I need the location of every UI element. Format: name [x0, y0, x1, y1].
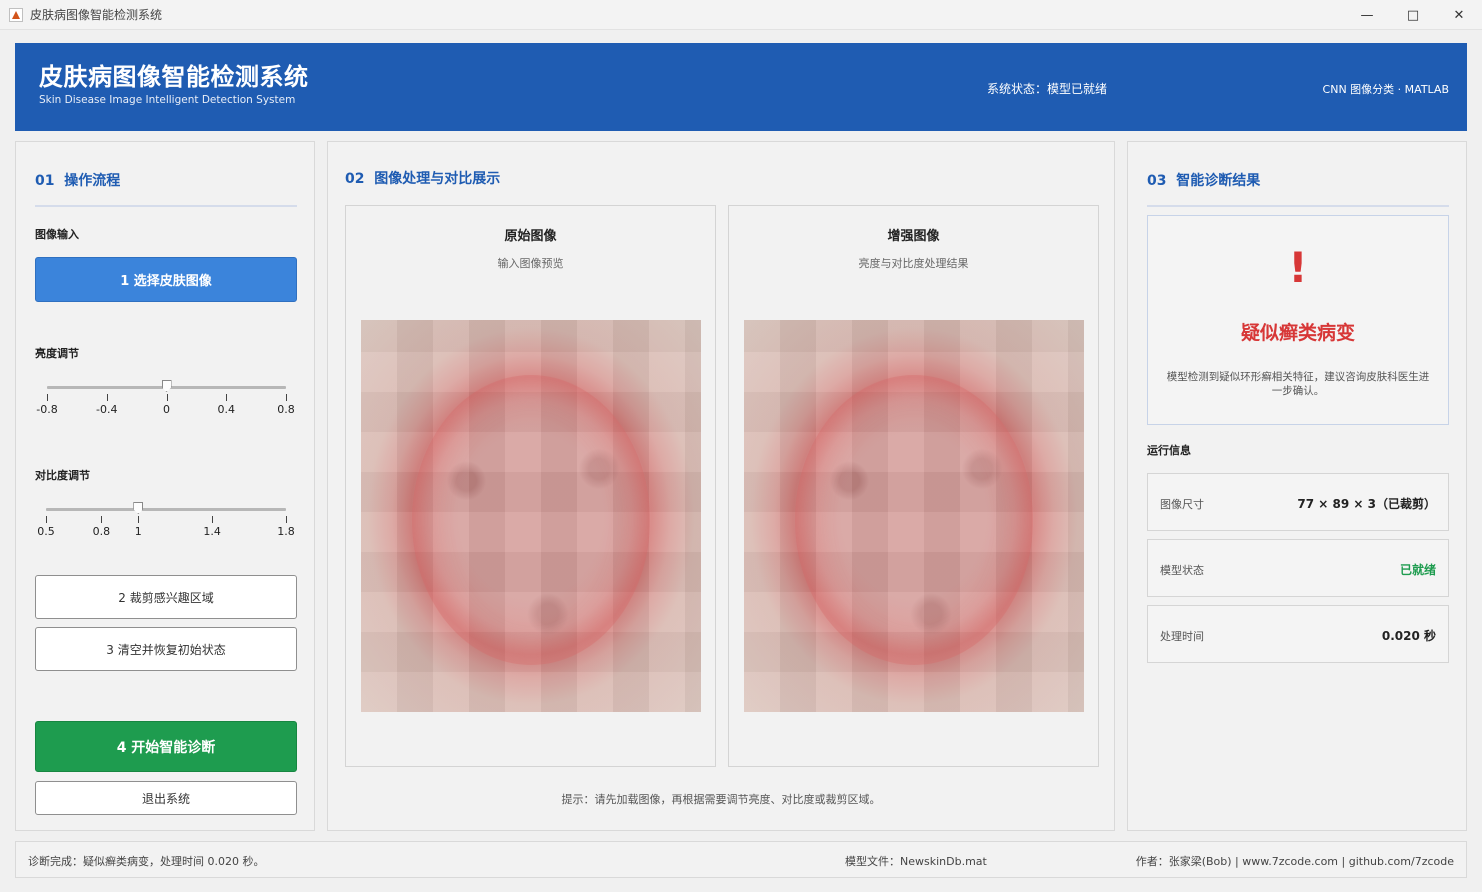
workflow-panel-title: 01 操作流程: [35, 170, 120, 190]
slider-thumb[interactable]: [133, 502, 144, 514]
slider-tick-label: 1.4: [203, 525, 221, 538]
enhanced-image-title: 增强图像: [887, 229, 940, 244]
tech-label: CNN 图像分类 · MATLAB: [1322, 83, 1449, 96]
brightness-slider[interactable]: -0.8 -0.4 0 0.4 0.8: [36, 378, 295, 426]
panel-number: 01: [35, 173, 55, 189]
slider-tick-label: 1.8: [277, 525, 295, 538]
image-input-label: 图像输入: [35, 228, 79, 241]
brightness-label: 亮度调节: [35, 347, 79, 360]
slider-tick: [101, 516, 103, 523]
workflow-panel: 01 操作流程 图像输入 1 选择皮肤图像 亮度调节 -0.8 -0.4 0 0.4 0…: [15, 141, 315, 831]
image-panel-title: 02 图像处理与对比展示: [345, 168, 500, 188]
window-title: 皮肤病图像智能检测系统: [30, 8, 163, 22]
info-card-process-time: 处理时间 0.020 秒: [1147, 605, 1449, 663]
slider-tick: [212, 516, 214, 523]
diagnosis-panel-title: 03 智能诊断结果: [1147, 170, 1260, 190]
info-value: 已就绪: [1399, 563, 1436, 577]
slider-tick: [46, 516, 47, 523]
info-label: 模型状态: [1160, 564, 1204, 577]
contrast-slider[interactable]: 0.5 0.8 1 1.4 1.8: [37, 500, 295, 548]
alert-icon: !: [1288, 243, 1308, 292]
app-title: 皮肤病图像智能检测系统: [39, 63, 309, 91]
crop-roi-button[interactable]: 2 裁剪感兴趣区域: [35, 575, 297, 619]
info-card-model-status: 模型状态 已就绪: [1147, 539, 1449, 597]
maximize-button[interactable]: □: [1390, 0, 1436, 30]
info-value: 77 × 89 × 3（已裁剪）: [1297, 497, 1436, 511]
maximize-icon: □: [1406, 7, 1420, 23]
author-info: 作者：张家梁(Bob) | www.7zcode.com | github.co…: [1135, 855, 1454, 868]
diagnosis-result: 疑似癣类病变: [1240, 322, 1355, 344]
slider-tick: [226, 394, 228, 401]
system-status: 系统状态：模型已就绪: [987, 82, 1108, 96]
window-titlebar: 皮肤病图像智能检测系统 — □ ✕: [0, 0, 1482, 30]
panel-divider: [1147, 205, 1449, 207]
slider-tick-label: 1: [134, 525, 142, 538]
diagnosis-result-box: ! 疑似癣类病变 模型检测到疑似环形癣相关特征，建议咨询皮肤科医生进一步确认。: [1147, 215, 1449, 425]
original-skin-image: [361, 320, 701, 712]
contrast-label: 对比度调节: [35, 469, 90, 482]
panel-number: 02: [345, 171, 365, 187]
minimize-button[interactable]: —: [1344, 0, 1390, 30]
matlab-app-icon: [9, 7, 23, 22]
slider-tick: [138, 516, 140, 523]
model-file-info: 模型文件：NewskinDb.mat: [845, 855, 987, 868]
window-controls: — □ ✕: [1344, 0, 1482, 30]
slider-tick-label: -0.8: [36, 403, 58, 416]
panel-title-text: 智能诊断结果: [1176, 173, 1261, 189]
header-banner: 皮肤病图像智能检测系统 Skin Disease Image Intellige…: [15, 43, 1467, 131]
enhanced-image-subtitle: 亮度与对比度处理结果: [858, 257, 969, 270]
status-message: 诊断完成：疑似癣类病变，处理时间 0.020 秒。: [28, 855, 265, 868]
original-image-title: 原始图像: [504, 229, 557, 244]
close-icon: ✕: [1453, 7, 1465, 23]
slider-tick-label: -0.4: [96, 403, 118, 416]
panel-title-text: 操作流程: [64, 173, 121, 189]
info-value: 0.020 秒: [1381, 629, 1436, 643]
slider-tick-label: 0.8: [92, 525, 111, 538]
run-info-label: 运行信息: [1147, 444, 1191, 457]
exit-button[interactable]: 退出系统: [35, 781, 297, 815]
panel-title-text: 图像处理与对比展示: [374, 171, 501, 187]
original-image-subtitle: 输入图像预览: [497, 257, 564, 270]
app-subtitle: Skin Disease Image Intelligent Detection…: [39, 94, 296, 106]
slider-tick-label: 0.8: [277, 403, 295, 416]
info-label: 处理时间: [1160, 630, 1204, 643]
slider-tick: [106, 394, 108, 401]
enhanced-image-box: 增强图像 亮度与对比度处理结果: [728, 205, 1099, 767]
diagnosis-description: 模型检测到疑似环形癣相关特征，建议咨询皮肤科医生进一步确认。: [1166, 371, 1430, 397]
slider-track[interactable]: [46, 508, 286, 511]
panel-number: 03: [1147, 173, 1167, 189]
slider-tick-label: 0: [163, 403, 170, 416]
slider-tick: [47, 394, 48, 401]
start-diagnosis-button[interactable]: 4 开始智能诊断: [35, 721, 297, 772]
original-image-box: 原始图像 输入图像预览: [345, 205, 716, 767]
slider-tick-label: 0.4: [217, 403, 236, 416]
info-card-image-size: 图像尺寸 77 × 89 × 3（已裁剪）: [1147, 473, 1449, 531]
reset-button[interactable]: 3 清空并恢复初始状态: [35, 627, 297, 671]
info-label: 图像尺寸: [1160, 498, 1204, 511]
slider-tick: [286, 516, 287, 523]
enhanced-skin-image: [744, 320, 1084, 712]
panel-divider: [35, 205, 297, 207]
slider-tick: [286, 394, 287, 401]
slider-tick: [166, 394, 168, 401]
slider-thumb[interactable]: [161, 380, 172, 392]
minimize-icon: —: [1360, 7, 1374, 23]
image-processing-panel: 02 图像处理与对比展示 原始图像 输入图像预览 增强图像 亮度与对比度处理结果…: [327, 141, 1115, 831]
status-bar: 诊断完成：疑似癣类病变，处理时间 0.020 秒。 模型文件：NewskinDb…: [15, 841, 1467, 878]
slider-tick-label: 0.5: [37, 525, 55, 538]
usage-tip: 提示：请先加载图像，再根据需要调节亮度、对比度或裁剪区域。: [561, 793, 881, 806]
select-image-button[interactable]: 1 选择皮肤图像: [35, 257, 297, 302]
diagnosis-panel: 03 智能诊断结果 ! 疑似癣类病变 模型检测到疑似环形癣相关特征，建议咨询皮肤…: [1127, 141, 1467, 831]
close-button[interactable]: ✕: [1436, 0, 1482, 30]
